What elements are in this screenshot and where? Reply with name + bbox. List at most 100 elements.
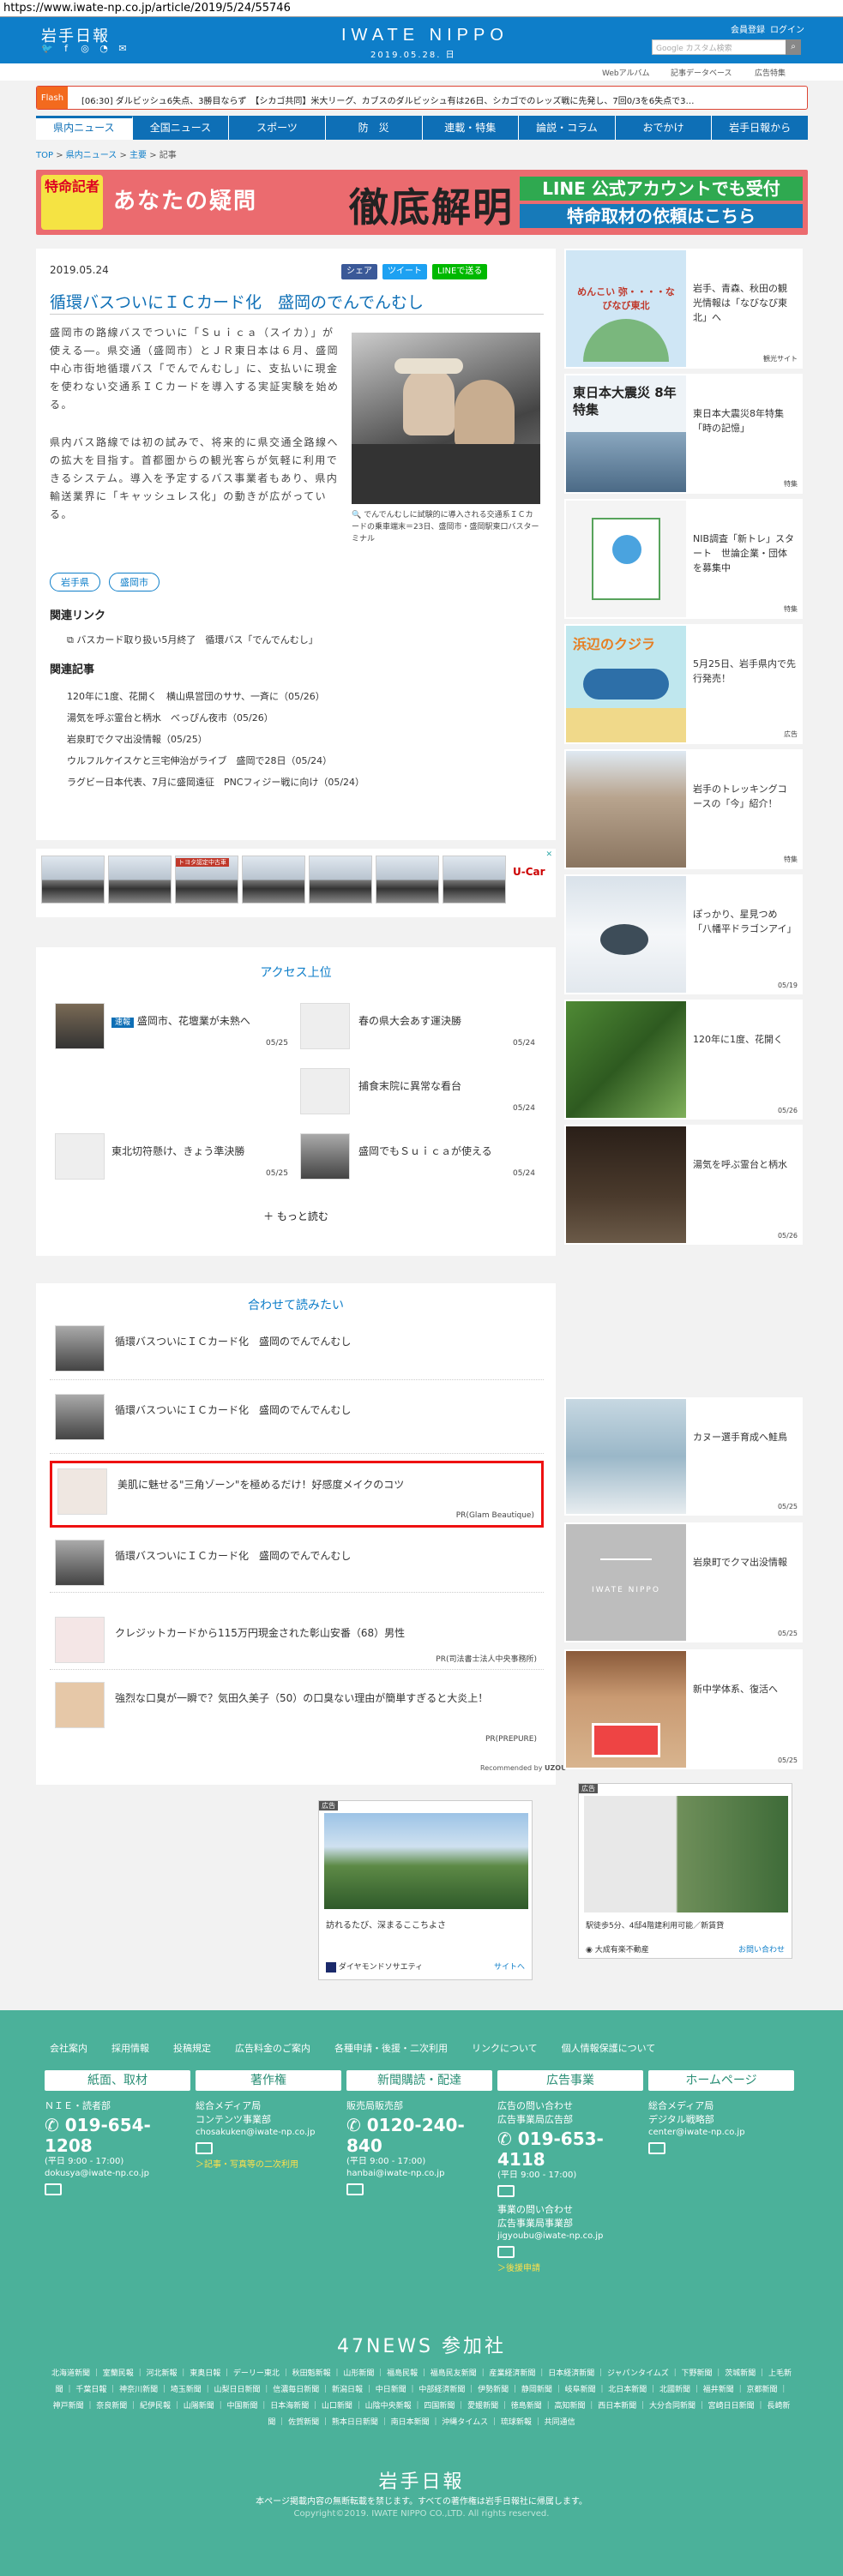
sidebar-text[interactable]: ぽっかり、星見つめ「八幡平ドラゴンアイ」 bbox=[693, 907, 796, 936]
ranking-item-3[interactable]: 捕食末院に異常な看台 bbox=[358, 1078, 461, 1093]
nav-national-news[interactable]: 全国ニュース bbox=[133, 116, 230, 140]
nav-from-nippo[interactable]: 岩手日報から bbox=[712, 116, 808, 140]
read-item[interactable]: クレジットカードから115万円現金された彰山安番（68）男性 PR(司法書士法人中… bbox=[50, 1612, 544, 1670]
ad-text[interactable]: 訪れるたび、深まるここちよさ bbox=[326, 1918, 446, 1930]
ranking-thumb[interactable] bbox=[300, 1068, 350, 1114]
ranking-item-1[interactable]: 速報 盛岡市、花壇業が未熟へ bbox=[111, 1013, 250, 1028]
car-ad-image[interactable]: トヨタ認定中古車 bbox=[175, 856, 238, 904]
ad-image[interactable] bbox=[584, 1796, 788, 1912]
ad-close-icon[interactable]: ✕ bbox=[545, 850, 552, 859]
car-ad-image[interactable] bbox=[443, 856, 506, 904]
footer-link[interactable]: リンクについて bbox=[472, 2041, 538, 2055]
nav-outing[interactable]: おでかけ bbox=[616, 116, 713, 140]
ranking-item-5[interactable]: 盛岡でもＳｕｉｃａが使える bbox=[358, 1144, 492, 1158]
sidebar-item[interactable]: 岩手のトレッキングコースの「今」紹介！ 特集 bbox=[564, 749, 803, 869]
phone-number[interactable]: 019-653-4118 bbox=[497, 2129, 604, 2170]
site-name[interactable]: IWATE NIPPO bbox=[341, 26, 509, 45]
url-bar[interactable]: https://www.iwate-np.co.jp/article/2019/… bbox=[0, 0, 843, 17]
sidebar-text[interactable]: 岩泉町でクマ出没情報 bbox=[693, 1555, 796, 1570]
footer-phone[interactable]: ✆ 019-653-4118 bbox=[497, 2129, 643, 2170]
sidebar-image[interactable] bbox=[566, 501, 686, 617]
footer-link[interactable]: 個人情報保護について bbox=[562, 2041, 656, 2055]
ranking-item-4[interactable]: 東北切符懸け、きょう準決勝 bbox=[111, 1144, 244, 1158]
bottom-ad-1[interactable]: 広告 訪れるたび、深まるここちよさ ダイヤモンドソサエティ サイトへ bbox=[318, 1800, 533, 1980]
nav-disaster[interactable]: 防 災 bbox=[326, 116, 423, 140]
related-article-item[interactable]: ウルフルケイスケと三宅伸治がライブ 盛岡で28日（05/24） bbox=[67, 750, 364, 772]
instagram-icon[interactable]: ◎ bbox=[79, 43, 91, 55]
read-item[interactable]: 循環バスついにＩＣカード化 盛岡のでんでんむし bbox=[50, 1534, 544, 1593]
article-db-link[interactable]: 記事データベース bbox=[671, 67, 732, 78]
car-ad-strip[interactable]: トヨタ認定中古車 U-Car ✕ bbox=[36, 849, 556, 917]
facebook-icon[interactable]: f bbox=[60, 43, 72, 55]
car-ad-image[interactable] bbox=[309, 856, 372, 904]
ucar-logo[interactable]: U-Car bbox=[513, 866, 545, 878]
footer-phone[interactable]: ✆ 019-654-1208 bbox=[45, 2115, 190, 2156]
twitter-icon[interactable]: 🐦 bbox=[41, 43, 53, 55]
flash-news-bar[interactable]: Flash [06:30] ダルビッシュ6失点、3勝目ならず 【シカゴ共同】米大… bbox=[36, 86, 808, 110]
car-ad-image[interactable] bbox=[108, 856, 172, 904]
sidebar-image[interactable]: 東日本大震災 8年特集 bbox=[566, 375, 686, 492]
ranking-thumb[interactable] bbox=[300, 1003, 350, 1049]
facebook-share-button[interactable]: シェア bbox=[341, 264, 377, 279]
read-item-text[interactable]: 美肌に魅せる"三角ゾーン"を極めるだけ！好感度メイクのコツ bbox=[117, 1477, 404, 1492]
banner-line-button[interactable]: LINE 公式アカウントでも受付 bbox=[520, 177, 803, 201]
login-link[interactable]: ログイン bbox=[770, 22, 804, 35]
line-share-button[interactable]: LINEで送る bbox=[432, 264, 488, 279]
footer-link[interactable]: 各種申請・後援・二次利用 bbox=[334, 2041, 448, 2055]
read-item-highlighted[interactable]: 美肌に魅せる"三角ゾーン"を極めるだけ！好感度メイクのコツ PR(Glam Bea… bbox=[50, 1461, 544, 1528]
sidebar-item[interactable]: カヌー選手育成へ鮭鳥 05/25 bbox=[564, 1397, 803, 1516]
car-ad-image[interactable] bbox=[242, 856, 305, 904]
sidebar-item[interactable]: NIB調査「新トレ」スタート 世論企業・団体を募集中 特集 bbox=[564, 499, 803, 619]
mail-icon[interactable]: ✉ bbox=[117, 43, 129, 55]
footer-link[interactable]: 投稿規定 bbox=[173, 2041, 211, 2055]
ranking-thumb[interactable] bbox=[55, 1133, 105, 1180]
related-article-item[interactable]: 湯気を呼ぶ霊台と柄水 べっぴん夜市（05/26） bbox=[67, 707, 364, 729]
sidebar-text[interactable]: 岩手、青森、秋田の観光情報は「なびなび東北」へ bbox=[693, 281, 796, 325]
sidebar-item[interactable]: 浜辺のクジラ 5月25日、岩手県内で先行発売！ 広告 bbox=[564, 624, 803, 744]
sidebar-image[interactable] bbox=[566, 1126, 686, 1243]
sidebar-text[interactable]: NIB調査「新トレ」スタート 世論企業・団体を募集中 bbox=[693, 531, 796, 575]
more-button[interactable]: ＋ もっと読む bbox=[36, 1209, 556, 1223]
sidebar-item[interactable]: 120年に1度、花開く 05/26 bbox=[564, 1000, 803, 1120]
tag-iwate[interactable]: 岩手県 bbox=[50, 573, 100, 591]
car-ad-image[interactable] bbox=[376, 856, 439, 904]
read-item[interactable]: 循環バスついにＩＣカード化 盛岡のでんでんむし bbox=[50, 1320, 544, 1380]
footer-email[interactable]: jigyoubu@iwate-np.co.jp bbox=[497, 2231, 643, 2243]
sidebar-image[interactable] bbox=[566, 1651, 686, 1768]
sidebar-image[interactable]: 浜辺のクジラ bbox=[566, 626, 686, 742]
footer-email[interactable]: dokusya@iwate-np.co.jp bbox=[45, 2168, 190, 2180]
flash-text[interactable]: [06:30] ダルビッシュ6失点、3勝目ならず 【シカゴ共同】米大リーグ、カブ… bbox=[81, 93, 802, 106]
footer-link[interactable]: 会社案内 bbox=[50, 2041, 87, 2055]
related-article-item[interactable]: ラグビー日本代表、7月に盛岡遠征 PNCフィジー戦に向け（05/24） bbox=[67, 772, 364, 793]
mail-icon[interactable] bbox=[497, 2185, 515, 2197]
related-link-text[interactable]: バスカード取り扱い5月終了 循環バス「でんでんむし」 bbox=[76, 634, 317, 646]
read-item-text[interactable]: クレジットカードから115万円現金された彰山安番（68）男性 bbox=[115, 1625, 405, 1640]
sidebar-item[interactable]: 湯気を呼ぶ霊台と柄水 05/26 bbox=[564, 1125, 803, 1245]
ad-feature-link[interactable]: 広告特集 bbox=[755, 67, 786, 78]
register-link[interactable]: 会員登録 bbox=[731, 22, 765, 35]
sidebar-text[interactable]: カヌー選手育成へ鮭鳥 bbox=[693, 1430, 796, 1444]
rss-icon[interactable]: ◔ bbox=[98, 43, 110, 55]
footer-email[interactable]: chosakuken@iwate-np.co.jp bbox=[196, 2127, 341, 2139]
footer-link[interactable]: 採用情報 bbox=[111, 2041, 149, 2055]
ad-contact-link[interactable]: お問い合わせ bbox=[738, 1943, 785, 1955]
sidebar-image[interactable] bbox=[566, 1399, 686, 1514]
phone-number[interactable]: 0120-240-840 bbox=[346, 2115, 465, 2156]
ranking-item-2[interactable]: 春の県大会あす運決勝 bbox=[358, 1013, 461, 1028]
read-item[interactable]: 循環バスついにＩＣカード化 盛岡のでんでんむし bbox=[50, 1389, 544, 1454]
mail-icon[interactable] bbox=[497, 2246, 515, 2258]
sidebar-image[interactable] bbox=[566, 751, 686, 868]
banner-request-button[interactable]: 特命取材の依頼はこちら bbox=[520, 204, 803, 228]
uzou-logo[interactable]: UZOU bbox=[545, 1764, 567, 1772]
zoom-icon[interactable]: 🔍 bbox=[352, 511, 361, 519]
sidebar-text[interactable]: 岩手のトレッキングコースの「今」紹介！ bbox=[693, 782, 796, 811]
ad-brand[interactable]: ダイヤモンドソサエティ bbox=[326, 1961, 423, 1973]
breadcrumb-main[interactable]: 主要 bbox=[129, 151, 147, 160]
phone-number[interactable]: 019-654-1208 bbox=[45, 2115, 151, 2156]
breadcrumb-top[interactable]: TOP bbox=[36, 151, 53, 160]
sidebar-item[interactable]: 新中学体系、復活へ 05/25 bbox=[564, 1649, 803, 1769]
sidebar-text[interactable]: 新中学体系、復活へ bbox=[693, 1682, 796, 1696]
web-album-link[interactable]: Webアルバム bbox=[602, 67, 650, 78]
tag-morioka[interactable]: 盛岡市 bbox=[109, 573, 160, 591]
sidebar-image[interactable]: めんこい 弥・・・・なびなび東北 bbox=[566, 250, 686, 367]
